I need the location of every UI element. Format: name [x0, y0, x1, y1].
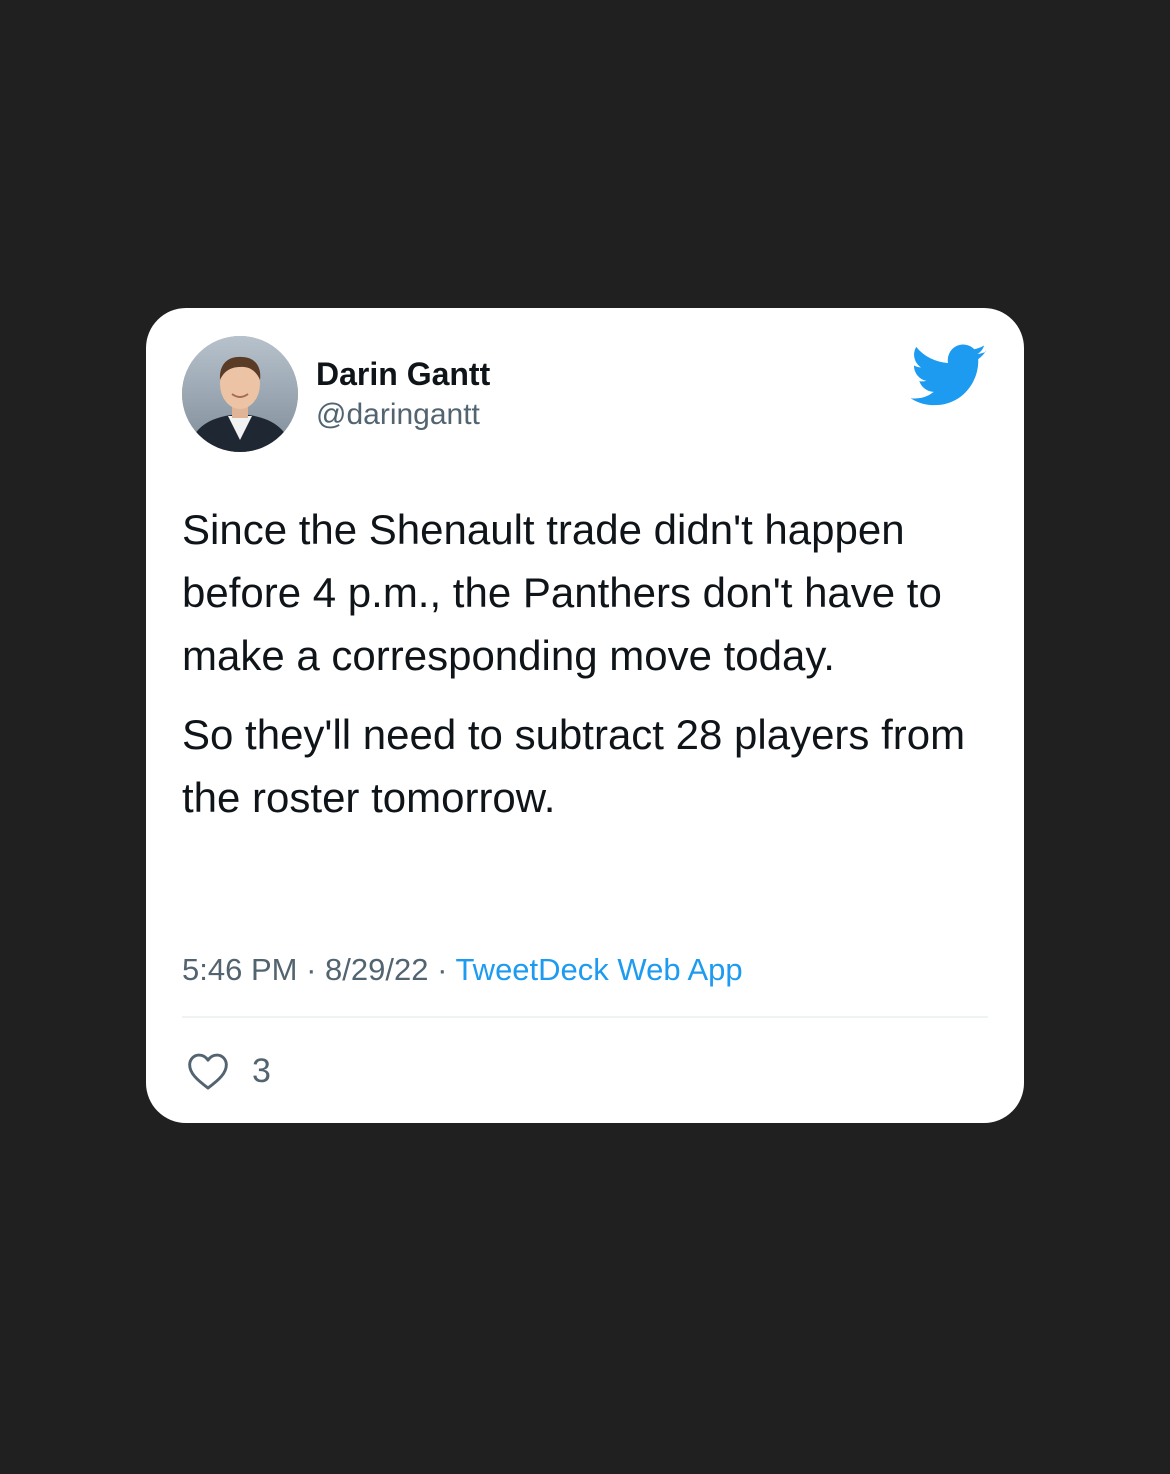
tweet-time[interactable]: 5:46 PM [182, 952, 297, 987]
tweet-date[interactable]: 8/29/22 [325, 952, 428, 987]
tweet-paragraph: Since the Shenault trade didn't happen b… [182, 506, 942, 679]
tweet-paragraph: So they'll need to subtract 28 players f… [182, 711, 966, 821]
twitter-bird-icon [910, 344, 987, 406]
avatar[interactable] [182, 336, 298, 452]
tweet-source-link[interactable]: TweetDeck Web App [455, 952, 742, 987]
like-button[interactable]: 3 [186, 1050, 271, 1092]
meta-separator: · [297, 952, 326, 987]
tweet-card: Darin Gantt @daringantt Since the Shenau… [146, 308, 1024, 1123]
like-count: 3 [252, 1051, 271, 1090]
tweet-meta: 5:46 PM · 8/29/22 · TweetDeck Web App [182, 952, 743, 988]
divider [182, 1016, 988, 1018]
meta-separator: · [428, 952, 456, 987]
author-handle[interactable]: @daringantt [316, 398, 480, 432]
author-name[interactable]: Darin Gantt [316, 356, 490, 393]
heart-icon [188, 1053, 228, 1090]
tweet-text: Since the Shenault trade didn't happen b… [182, 498, 1002, 845]
